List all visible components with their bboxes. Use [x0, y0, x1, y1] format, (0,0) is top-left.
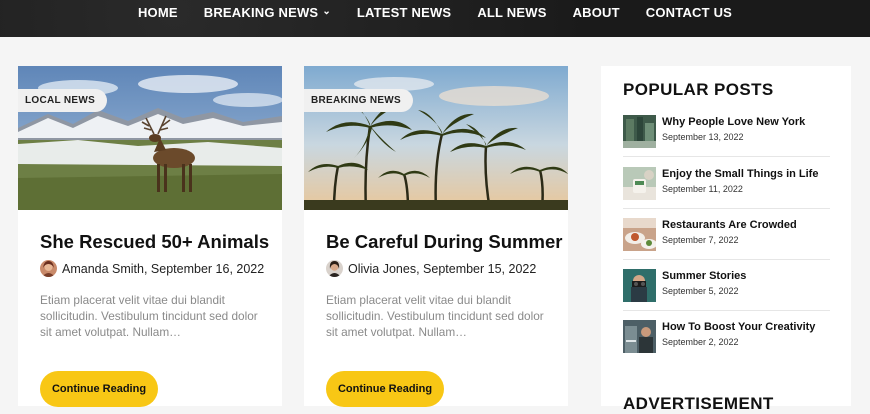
nav-menu: HOME BREAKING NEWS ⌄ LATEST NEWS ALL NEWS… — [125, 5, 745, 20]
post-date: September 5, 2022 — [662, 286, 739, 296]
article-title[interactable]: She Rescued 50+ Animals — [40, 231, 269, 253]
post-thumbnail[interactable] — [623, 115, 656, 148]
nav-item-contact-us[interactable]: CONTACT US — [633, 5, 745, 20]
nav-item-home[interactable]: HOME — [125, 5, 191, 20]
nav-item-latest-news[interactable]: LATEST NEWS — [344, 5, 464, 20]
nav-label: ALL NEWS — [477, 5, 547, 20]
post-date: September 7, 2022 — [662, 235, 739, 245]
author-date: Amanda Smith, September 16, 2022 — [62, 261, 265, 276]
article-meta: Amanda Smith, September 16, 2022 — [40, 260, 264, 277]
article-title[interactable]: Be Careful During Summer — [326, 231, 562, 253]
nav-item-all-news[interactable]: ALL NEWS — [464, 5, 559, 20]
post-date: September 2, 2022 — [662, 337, 739, 347]
post-title[interactable]: How To Boost Your Creativity — [662, 321, 815, 333]
post-thumbnail[interactable] — [623, 167, 656, 200]
post-date: September 11, 2022 — [662, 184, 743, 194]
post-thumbnail[interactable] — [623, 320, 656, 353]
post-title[interactable]: Enjoy the Small Things in Life — [662, 168, 818, 180]
category-badge[interactable]: BREAKING NEWS — [304, 89, 414, 112]
sidebar: POPULAR POSTS Why People Love New York S… — [601, 66, 851, 413]
nav-label: BREAKING NEWS — [203, 5, 319, 20]
divider — [623, 259, 830, 260]
author-date: Olivia Jones, September 15, 2022 — [348, 261, 537, 276]
continue-reading-button[interactable]: Continue Reading — [326, 371, 444, 407]
article-excerpt: Etiam placerat velit vitae dui blandit s… — [326, 293, 544, 339]
nav-item-breaking-news[interactable]: BREAKING NEWS ⌄ — [191, 5, 344, 20]
advertisement-heading: ADVERTISEMENT — [623, 394, 774, 413]
avatar — [326, 260, 343, 277]
post-date: September 13, 2022 — [662, 132, 744, 142]
post-title[interactable]: Why People Love New York — [662, 116, 805, 128]
nav-item-about[interactable]: ABOUT — [560, 5, 633, 20]
popular-post-item[interactable]: Summer Stories September 5, 2022 — [623, 269, 830, 319]
popular-post-item[interactable]: Enjoy the Small Things in Life September… — [623, 167, 830, 217]
divider — [623, 208, 830, 209]
avatar — [40, 260, 57, 277]
nav-label: HOME — [137, 5, 178, 20]
article-card: LOCAL NEWS She Rescued 50+ Animals Amand… — [18, 66, 282, 407]
popular-post-item[interactable]: How To Boost Your Creativity September 2… — [623, 320, 830, 370]
top-navigation: HOME BREAKING NEWS ⌄ LATEST NEWS ALL NEWS… — [0, 0, 870, 37]
divider — [623, 156, 830, 157]
post-thumbnail[interactable] — [623, 218, 657, 251]
nav-label: LATEST NEWS — [356, 5, 452, 20]
popular-posts-heading: POPULAR POSTS — [623, 80, 774, 99]
category-badge[interactable]: LOCAL NEWS — [18, 89, 108, 112]
post-title[interactable]: Restaurants Are Crowded — [662, 219, 797, 231]
popular-post-item[interactable]: Why People Love New York September 13, 2… — [623, 115, 830, 165]
article-meta: Olivia Jones, September 15, 2022 — [326, 260, 536, 277]
post-title[interactable]: Summer Stories — [662, 270, 746, 282]
nav-label: ABOUT — [572, 5, 620, 20]
popular-post-item[interactable]: Restaurants Are Crowded September 7, 202… — [623, 218, 830, 268]
chevron-down-icon: ⌄ — [322, 6, 331, 17]
nav-label: CONTACT US — [645, 5, 733, 20]
article-image-palms[interactable] — [304, 66, 568, 210]
continue-reading-button[interactable]: Continue Reading — [40, 371, 158, 407]
article-card: BREAKING NEWS Be Careful During Summer O… — [304, 66, 568, 407]
divider — [623, 310, 830, 311]
post-thumbnail[interactable] — [623, 269, 656, 302]
article-image-elk[interactable] — [18, 66, 282, 210]
article-excerpt: Etiam placerat velit vitae dui blandit s… — [40, 293, 258, 339]
